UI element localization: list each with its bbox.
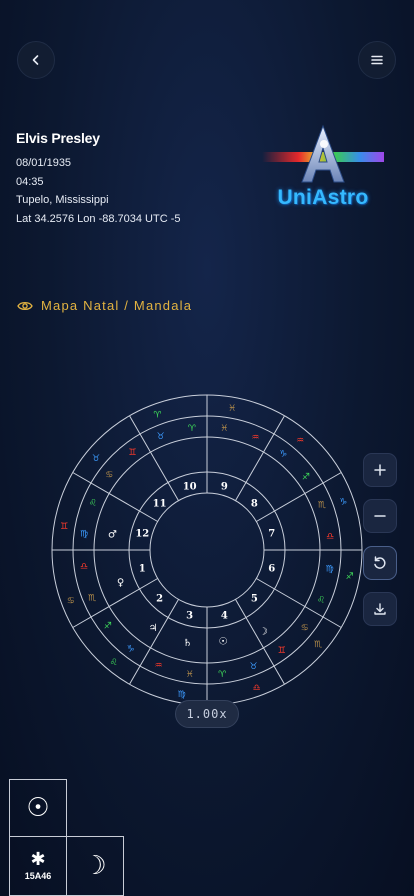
reset-rotation-button[interactable]: [363, 546, 397, 580]
planet-glyph: ♄: [183, 638, 192, 649]
planet-glyph: ♂: [108, 529, 117, 540]
zodiac-sign-glyph: ♏: [318, 501, 326, 511]
asc-label: 15A46: [24, 871, 52, 881]
outer-sign-glyph: ♎: [253, 683, 261, 693]
sun-glyph: ☉: [26, 793, 50, 823]
zodiac-sign-glyph: ♈: [188, 424, 197, 434]
natal-chart-wheel[interactable]: 123 456789101112♎♏♐♑♒♓ ♈♉♊♋♌♍♎♏♐♑♒♓♈♉♊♋♌♍♋…: [0, 360, 414, 720]
zodiac-sign-glyph: ♎: [326, 532, 334, 542]
house-number: 2: [156, 593, 163, 604]
zoom-in-button[interactable]: [363, 453, 397, 487]
house-ring: [128, 471, 286, 629]
house-number: 12: [135, 529, 149, 540]
house-number: 11: [153, 499, 167, 510]
zodiac-sign-glyph: ♈: [218, 670, 227, 680]
birth-time: 04:35: [16, 175, 44, 188]
aspect-grid-moon-cell[interactable]: ☽: [66, 836, 124, 896]
zodiac-sign-glyph: ♎: [80, 562, 88, 572]
house-cusp-line: [129, 599, 179, 685]
planet-glyph: ♃: [149, 623, 158, 634]
eye-icon: [17, 301, 33, 310]
zoom-level-indicator: 1.00x: [175, 700, 239, 728]
outer-sign-glyph: ♋: [67, 597, 75, 607]
house-number: 1: [139, 563, 146, 574]
zodiac-sign-glyph: ♉: [249, 662, 257, 672]
plus-icon: [374, 464, 386, 476]
zodiac-sign-glyph: ♐: [104, 622, 112, 632]
zodiac-sign-glyph: ♋: [105, 471, 113, 481]
section-title: Mapa Natal / Mandala: [41, 298, 193, 313]
zodiac-sign-glyph: ♏: [88, 593, 96, 603]
download-icon: [374, 603, 386, 615]
outer-sign-glyph: ♑: [339, 497, 347, 507]
house-number: 7: [268, 529, 275, 540]
outer-sign-glyph: ♏: [314, 640, 322, 650]
aspect-grid-sun-cell[interactable]: ☉: [9, 779, 67, 837]
moon-glyph: ☽: [83, 851, 107, 881]
uniastro-logo: UniAstro: [258, 118, 388, 210]
rotate-ccw-icon: [374, 556, 386, 569]
birth-place: Tupelo, Mississippi: [16, 194, 109, 206]
chevron-left-icon: [32, 55, 39, 65]
zodiac-sign-glyph: ♍: [80, 530, 88, 540]
zodiac-sign-glyph: ♋: [301, 623, 309, 633]
house-cusp-line: [72, 472, 158, 522]
menu-button[interactable]: [358, 41, 396, 79]
planet-glyph: ♀: [117, 577, 124, 588]
house-number: 10: [183, 481, 197, 492]
download-button[interactable]: [363, 592, 397, 626]
chart-section-header: Mapa Natal / Mandala: [17, 298, 192, 313]
planet-glyph: ☉: [218, 637, 227, 648]
zodiac-sign-glyph: ♍: [326, 564, 334, 574]
zodiac-sign-glyph: ♐: [302, 472, 310, 482]
outer-sign-glyph: ♉: [92, 454, 100, 464]
inner-ring: [149, 492, 265, 608]
back-button[interactable]: [17, 41, 55, 79]
house-cusp-line: [256, 578, 342, 628]
outer-sign-glyph: ♌: [110, 658, 118, 668]
zodiac-sign-glyph: ♊: [278, 646, 286, 656]
outer-sign-glyph: ♓: [228, 404, 236, 414]
minus-icon: [374, 515, 386, 517]
house-cusp-line: [129, 415, 179, 501]
aspect-grid-asc-cell[interactable]: ✱ 15A46: [9, 836, 67, 896]
logo-text: UniAstro: [277, 186, 369, 209]
profile-info: Elvis Presley 08/01/1935 04:35 Tupelo, M…: [16, 130, 181, 231]
zodiac-sign-glyph: ♒: [251, 433, 259, 443]
zodiac-sign-glyph: ♉: [157, 432, 165, 442]
logo-mark: [262, 124, 384, 183]
profile-name: Elvis Presley: [16, 130, 100, 146]
zodiac-sign-glyph: ♒: [155, 661, 163, 671]
house-cusp-line: [256, 472, 342, 522]
house-number: 9: [221, 481, 228, 492]
house-cusp-line: [235, 599, 285, 685]
zodiac-sign-glyph: ♑: [279, 449, 287, 459]
house-number: 3: [186, 611, 193, 622]
outer-sign-glyph: ♈: [153, 411, 162, 421]
outer-sign-glyph: ♊: [60, 522, 68, 532]
house-cusp-line: [72, 578, 158, 628]
zodiac-sign-glyph: ♌: [317, 595, 325, 605]
house-number: 6: [268, 563, 275, 574]
zodiac-sign-glyph: ♓: [186, 670, 194, 680]
zodiac-sign-glyph: ♓: [220, 424, 228, 434]
house-number: 4: [221, 611, 228, 622]
outer-sign-glyph: ♐: [346, 572, 354, 582]
hamburger-menu-icon: [371, 55, 383, 65]
house-cusp-line: [235, 415, 285, 501]
outer-sign-glyph: ♒: [296, 436, 304, 446]
zodiac-sign-glyph: ♑: [127, 645, 135, 655]
zodiac-sign-glyph: ♌: [89, 499, 97, 509]
asc-glyph: ✱: [30, 849, 46, 870]
zodiac-sign-glyph: ♊: [128, 448, 136, 458]
house-number: 8: [251, 499, 258, 510]
zoom-out-button[interactable]: [363, 499, 397, 533]
birth-date: 08/01/1935: [16, 157, 72, 169]
outer-sign-glyph: ♍: [178, 690, 186, 700]
house-number: 5: [251, 593, 258, 604]
birth-coordinates: Lat 34.2576 Lon -88.7034 UTC -5: [16, 212, 181, 225]
planet-glyph: ☽: [259, 626, 268, 637]
